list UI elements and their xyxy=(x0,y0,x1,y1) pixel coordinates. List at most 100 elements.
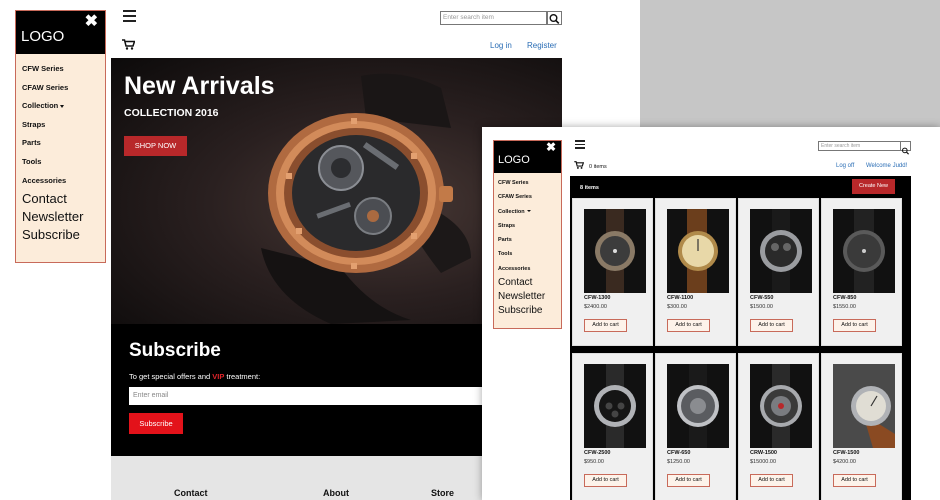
footer: Contact About Store xyxy=(111,456,491,500)
search-icon xyxy=(549,14,560,24)
add-to-cart-button[interactable]: Add to cart xyxy=(584,474,627,487)
add-to-cart-button[interactable]: Add to cart xyxy=(833,474,876,487)
sidebar-item-cfaw-series[interactable]: CFAW Series xyxy=(22,79,105,98)
cart-icon[interactable] xyxy=(122,39,136,53)
product-price: $300.00 xyxy=(667,304,687,310)
sidebar-menu: LOGO ✖ CFW Series CFAW Series Collection… xyxy=(15,10,106,263)
product-image[interactable] xyxy=(750,364,812,448)
product-card: CFW-1100 $300.00 Add to cart xyxy=(655,198,736,346)
screenshot-stage: LOGO ✖ CFW Series CFAW Series Collection… xyxy=(0,0,940,500)
add-to-cart-button[interactable]: Add to cart xyxy=(667,319,710,332)
create-new-button[interactable]: Create New xyxy=(852,179,895,194)
sidebar-item-accessories[interactable]: Accessories xyxy=(498,262,561,276)
sidebar-item-subscribe[interactable]: Subscribe xyxy=(498,304,561,318)
subscribe-desc-text: treatment: xyxy=(224,372,261,381)
sidebar-item-tools[interactable]: Tools xyxy=(22,153,105,172)
product-name: CFW-850 xyxy=(833,295,857,301)
product-card: CFW-2500 $950.00 Add to cart xyxy=(572,353,653,500)
sidebar-header: LOGO ✖ xyxy=(16,11,105,54)
product-price: $1550.00 xyxy=(833,304,856,310)
add-to-cart-button[interactable]: Add to cart xyxy=(750,319,793,332)
sidebar-item-cfw-series[interactable]: CFW Series xyxy=(498,176,561,190)
add-to-cart-button[interactable]: Add to cart xyxy=(584,319,627,332)
sidebar-item-label: Collection xyxy=(22,101,59,111)
product-name: CFW-650 xyxy=(667,450,691,456)
caret-down-icon xyxy=(526,210,531,213)
product-image[interactable] xyxy=(667,364,729,448)
sidebar-item-parts[interactable]: Parts xyxy=(22,134,105,153)
product-name: CFW-550 xyxy=(750,295,774,301)
sidebar-item-newsletter[interactable]: Newsletter xyxy=(498,290,561,304)
search-input[interactable]: Enter search item xyxy=(440,11,547,25)
sidebar-list: CFW Series CFAW Series Collection Straps… xyxy=(16,54,105,244)
sidebar-item-straps[interactable]: Straps xyxy=(498,219,561,233)
hero-subtitle: COLLECTION 2016 xyxy=(124,107,219,119)
cart-count: 0 items xyxy=(589,164,607,170)
footer-about[interactable]: About xyxy=(323,488,349,498)
product-image[interactable] xyxy=(584,209,646,293)
hamburger-icon[interactable] xyxy=(575,140,585,149)
search-input[interactable]: Enter search item xyxy=(818,141,901,151)
sidebar-item-subscribe[interactable]: Subscribe xyxy=(22,226,105,244)
product-card: CFW-550 $1500.00 Add to cart xyxy=(738,198,819,346)
product-name: CFW-2500 xyxy=(584,450,611,456)
logoff-link[interactable]: Log off xyxy=(836,163,854,169)
footer-contact[interactable]: Contact xyxy=(174,488,208,498)
sidebar-menu-small: LOGO ✖ CFW Series CFAW Series Collection… xyxy=(493,140,562,329)
product-name: CFW-1500 xyxy=(833,450,860,456)
search-button[interactable] xyxy=(900,141,911,155)
cart-icon[interactable] xyxy=(574,161,585,171)
sidebar-item-collection[interactable]: Collection xyxy=(498,205,561,219)
product-price: $1500.00 xyxy=(750,304,773,310)
sidebar-item-cfaw-series[interactable]: CFAW Series xyxy=(498,190,561,204)
footer-store[interactable]: Store xyxy=(431,488,454,498)
items-count: 8 items xyxy=(580,185,599,191)
product-image[interactable] xyxy=(667,209,729,293)
product-image[interactable] xyxy=(750,209,812,293)
sidebar-item-straps[interactable]: Straps xyxy=(22,116,105,135)
welcome-link[interactable]: Welcome Judd! xyxy=(866,163,907,169)
product-image[interactable] xyxy=(833,364,895,448)
product-card: CFW-650 $1250.00 Add to cart xyxy=(655,353,736,500)
subscribe-desc-text: To get special offers and xyxy=(129,372,213,381)
sidebar-item-parts[interactable]: Parts xyxy=(498,233,561,247)
product-price: $1250.00 xyxy=(667,459,690,465)
subscribe-description: To get special offers and VIP treatment: xyxy=(129,372,260,381)
sidebar-item-contact[interactable]: Contact xyxy=(498,276,561,290)
logo[interactable]: LOGO xyxy=(21,28,64,45)
sidebar-item-collection[interactable]: Collection xyxy=(22,97,105,116)
product-card: CFW-1300 $2400.00 Add to cart xyxy=(572,198,653,346)
add-to-cart-button[interactable]: Add to cart xyxy=(833,319,876,332)
product-price: $2400.00 xyxy=(584,304,607,310)
add-to-cart-button[interactable]: Add to cart xyxy=(750,474,793,487)
product-name: CFW-1300 xyxy=(584,295,611,301)
sidebar-header: LOGO ✖ xyxy=(494,140,561,173)
sidebar-item-contact[interactable]: Contact xyxy=(22,190,105,208)
logo[interactable]: LOGO xyxy=(498,154,530,166)
product-image[interactable] xyxy=(584,364,646,448)
product-price: $4200.00 xyxy=(833,459,856,465)
shop-now-button[interactable]: SHOP NOW xyxy=(124,136,187,156)
subscribe-section: Subscribe To get special offers and VIP … xyxy=(111,324,511,456)
sidebar-item-accessories[interactable]: Accessories xyxy=(22,172,105,191)
product-image[interactable] xyxy=(833,209,895,293)
product-name: CRW-1500 xyxy=(750,450,777,456)
product-card: CFW-850 $1550.00 Add to cart xyxy=(821,198,902,346)
email-input[interactable]: Enter email xyxy=(129,387,489,405)
product-card: CFW-1500 $4200.00 Add to cart xyxy=(821,353,902,500)
product-card: CRW-1500 $15000.00 Add to cart xyxy=(738,353,819,500)
search-icon xyxy=(902,147,910,155)
login-link[interactable]: Log in xyxy=(490,41,512,50)
hamburger-icon[interactable] xyxy=(123,10,136,22)
sidebar-item-cfw-series[interactable]: CFW Series xyxy=(22,60,105,79)
close-icon[interactable]: ✖ xyxy=(85,11,98,31)
sidebar-item-tools[interactable]: Tools xyxy=(498,247,561,261)
close-icon[interactable]: ✖ xyxy=(546,140,556,154)
caret-down-icon xyxy=(60,104,65,108)
add-to-cart-button[interactable]: Add to cart xyxy=(667,474,710,487)
sidebar-item-newsletter[interactable]: Newsletter xyxy=(22,208,105,226)
register-link[interactable]: Register xyxy=(527,41,557,50)
search-button[interactable] xyxy=(547,11,562,25)
product-price: $15000.00 xyxy=(750,459,776,465)
subscribe-button[interactable]: Subscribe xyxy=(129,413,183,434)
